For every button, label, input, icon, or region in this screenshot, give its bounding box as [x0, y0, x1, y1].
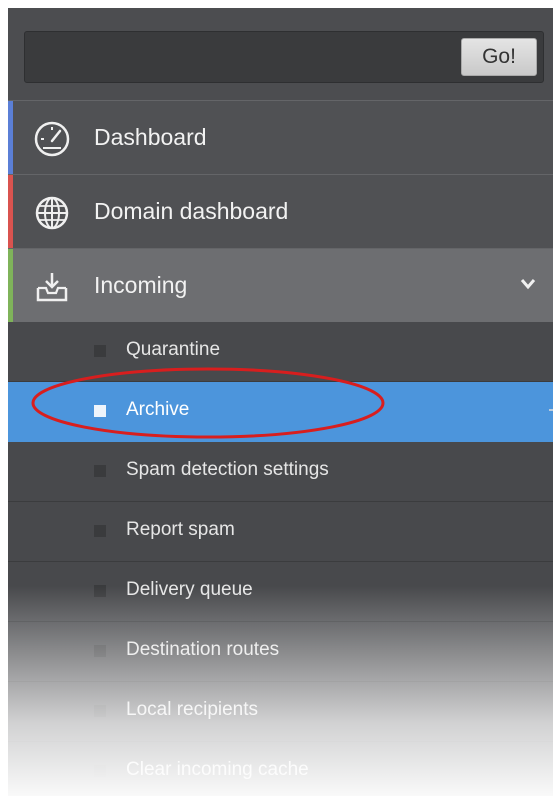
bullet-icon — [94, 705, 106, 717]
submenu-label: Report spam — [126, 519, 235, 540]
bullet-icon — [94, 345, 106, 357]
nav-item-incoming[interactable]: Incoming — [8, 248, 553, 322]
submenu-label: Archive — [126, 399, 190, 420]
submenu-label: Clear incoming cache — [126, 759, 309, 780]
submenu-label: Quarantine — [126, 339, 221, 360]
chevron-down-icon[interactable] — [519, 277, 537, 291]
accent-stripe — [8, 249, 13, 322]
submenu-item-quarantine[interactable]: Quarantine — [8, 322, 553, 382]
bullet-icon — [94, 585, 106, 597]
nav-label-domain-dashboard: Domain dashboard — [94, 198, 289, 224]
search-box: Go! — [24, 31, 544, 83]
submenu-label: Spam detection settings — [126, 459, 329, 480]
submenu-item-delivery-queue[interactable]: Delivery queue — [8, 562, 553, 622]
submenu-item-destination-routes[interactable]: Destination routes — [8, 622, 553, 682]
bullet-icon — [94, 465, 106, 477]
submenu-item-local-recipients[interactable]: Local recipients — [8, 682, 553, 742]
search-input[interactable] — [25, 32, 445, 82]
nav-label-dashboard: Dashboard — [94, 124, 207, 150]
bullet-icon — [94, 405, 106, 417]
globe-icon — [35, 196, 69, 230]
submenu-label: Delivery queue — [126, 579, 253, 600]
submenu-item-spam-detection-settings[interactable]: Spam detection settings — [8, 442, 553, 502]
nav-label-incoming: Incoming — [94, 272, 188, 298]
submenu-item-clear-incoming-cache[interactable]: Clear incoming cache — [8, 742, 553, 796]
submenu-item-report-spam[interactable]: Report spam — [8, 502, 553, 562]
bullet-icon — [94, 525, 106, 537]
go-button[interactable]: Go! — [461, 38, 537, 76]
accent-stripe — [8, 101, 13, 174]
submenu-label: Destination routes — [126, 639, 280, 660]
submenu-label: Local recipients — [126, 699, 259, 720]
nav-item-dashboard[interactable]: Dashboard — [8, 100, 553, 174]
submenu-item-archive[interactable]: Archive — [8, 382, 553, 442]
inbox-download-icon — [36, 273, 68, 302]
search-bar: Go! — [8, 8, 553, 100]
accent-stripe — [8, 175, 13, 248]
nav-item-domain-dashboard[interactable]: Domain dashboard — [8, 174, 553, 248]
active-indicator — [549, 409, 553, 411]
bullet-icon — [94, 765, 106, 777]
speedometer-icon — [34, 121, 70, 157]
bullet-icon — [94, 645, 106, 657]
sidebar: Go! Dashboard Domain dashboard Incoming … — [8, 8, 553, 796]
